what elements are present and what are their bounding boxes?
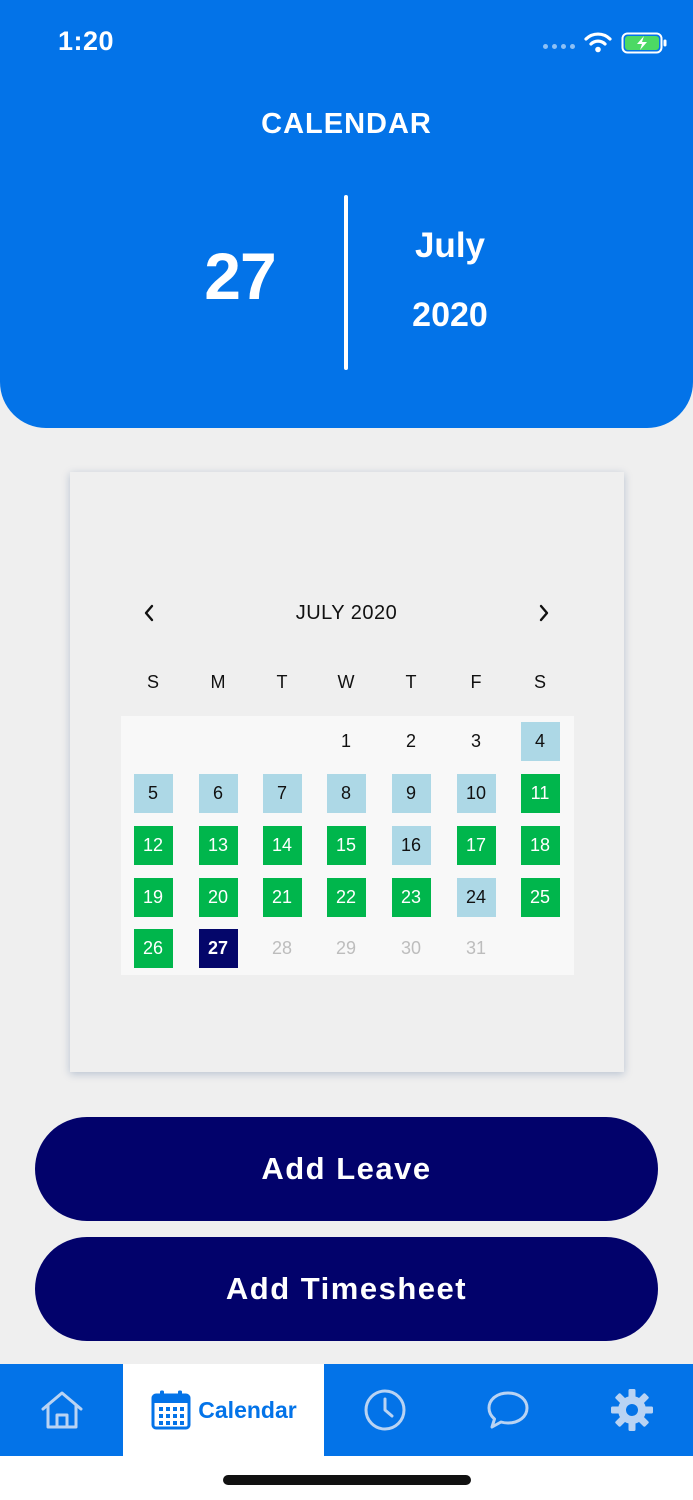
tab-calendar[interactable]: Calendar: [123, 1364, 324, 1456]
home-icon: [41, 1391, 82, 1429]
calendar-day[interactable]: 20: [198, 878, 238, 917]
calendar-day[interactable]: 7: [262, 774, 302, 813]
weekday-label: S: [533, 672, 546, 692]
calendar-day[interactable]: 2: [392, 722, 431, 761]
calendar-day[interactable]: 9: [391, 774, 431, 813]
calendar-day[interactable]: 4: [520, 722, 560, 761]
weekday-label: S: [146, 672, 159, 692]
weekday-label: M: [210, 672, 226, 692]
calendar-day[interactable]: 22: [326, 878, 366, 917]
chevron-right-icon: [539, 604, 549, 622]
next-month-button[interactable]: [537, 600, 551, 626]
calendar-day[interactable]: 5: [133, 774, 173, 813]
calendar-day[interactable]: 12: [133, 826, 173, 865]
weekday-label: T: [405, 672, 417, 692]
calendar-day[interactable]: 24: [456, 878, 496, 917]
calendar-day[interactable]: 13: [198, 826, 238, 865]
page-title: CALENDAR: [261, 108, 432, 140]
tab-calendar-label: Calendar: [198, 1396, 297, 1423]
calendar-day[interactable]: 3: [457, 722, 496, 761]
calendar-icon: [151, 1390, 191, 1430]
calendar-day[interactable]: 6: [198, 774, 238, 813]
selected-month: July: [414, 226, 486, 265]
calendar-day[interactable]: 8: [326, 774, 366, 813]
tab-settings[interactable]: [570, 1364, 693, 1456]
calendar-day[interactable]: 10: [456, 774, 496, 813]
cellular-signal-icon: [543, 44, 575, 49]
calendar-day[interactable]: 16: [391, 826, 431, 865]
header-divider: [344, 195, 348, 370]
calendar-day[interactable]: 17: [456, 826, 496, 865]
calendar-day[interactable]: 19: [133, 878, 173, 917]
calendar-day[interactable]: 31: [457, 929, 496, 968]
calendar-day[interactable]: 28: [263, 929, 302, 968]
status-time: 1:20: [58, 26, 115, 56]
calendar-day[interactable]: 29: [327, 929, 366, 968]
home-indicator[interactable]: [223, 1475, 471, 1485]
tab-home[interactable]: [0, 1364, 123, 1456]
calendar-day[interactable]: 15: [326, 826, 366, 865]
weekday-label: W: [337, 672, 355, 692]
battery-icon: [621, 32, 667, 54]
calendar-day[interactable]: 11: [520, 774, 560, 813]
prev-month-button[interactable]: [142, 600, 156, 626]
selected-year: 2020: [412, 296, 488, 334]
calendar-day[interactable]: 1: [327, 722, 366, 761]
tab-timesheet[interactable]: [324, 1364, 446, 1456]
calendar-day[interactable]: 27: [198, 929, 238, 968]
calendar-day[interactable]: 14: [262, 826, 302, 865]
calendar-day[interactable]: 25: [520, 878, 560, 917]
calendar-day[interactable]: 23: [391, 878, 431, 917]
weekday-label: T: [276, 672, 288, 692]
wifi-icon: [584, 32, 612, 53]
add-leave-button[interactable]: Add Leave: [35, 1117, 658, 1221]
chevron-left-icon: [144, 604, 154, 622]
calendar-day[interactable]: 26: [133, 929, 173, 968]
chat-icon: [487, 1391, 529, 1429]
header: 1:20 CALENDAR 27 July 2020: [0, 0, 693, 428]
gear-icon: [610, 1389, 653, 1431]
weekday-label: F: [470, 672, 482, 692]
tab-messages[interactable]: [446, 1364, 570, 1456]
add-timesheet-button[interactable]: Add Timesheet: [35, 1237, 658, 1341]
calendar-day[interactable]: 21: [262, 878, 302, 917]
calendar-day[interactable]: 18: [520, 826, 560, 865]
calendar-month-label: JULY 2020: [295, 602, 398, 624]
calendar-day[interactable]: 30: [392, 929, 431, 968]
selected-day: 27: [204, 239, 276, 313]
clock-icon: [364, 1389, 406, 1431]
